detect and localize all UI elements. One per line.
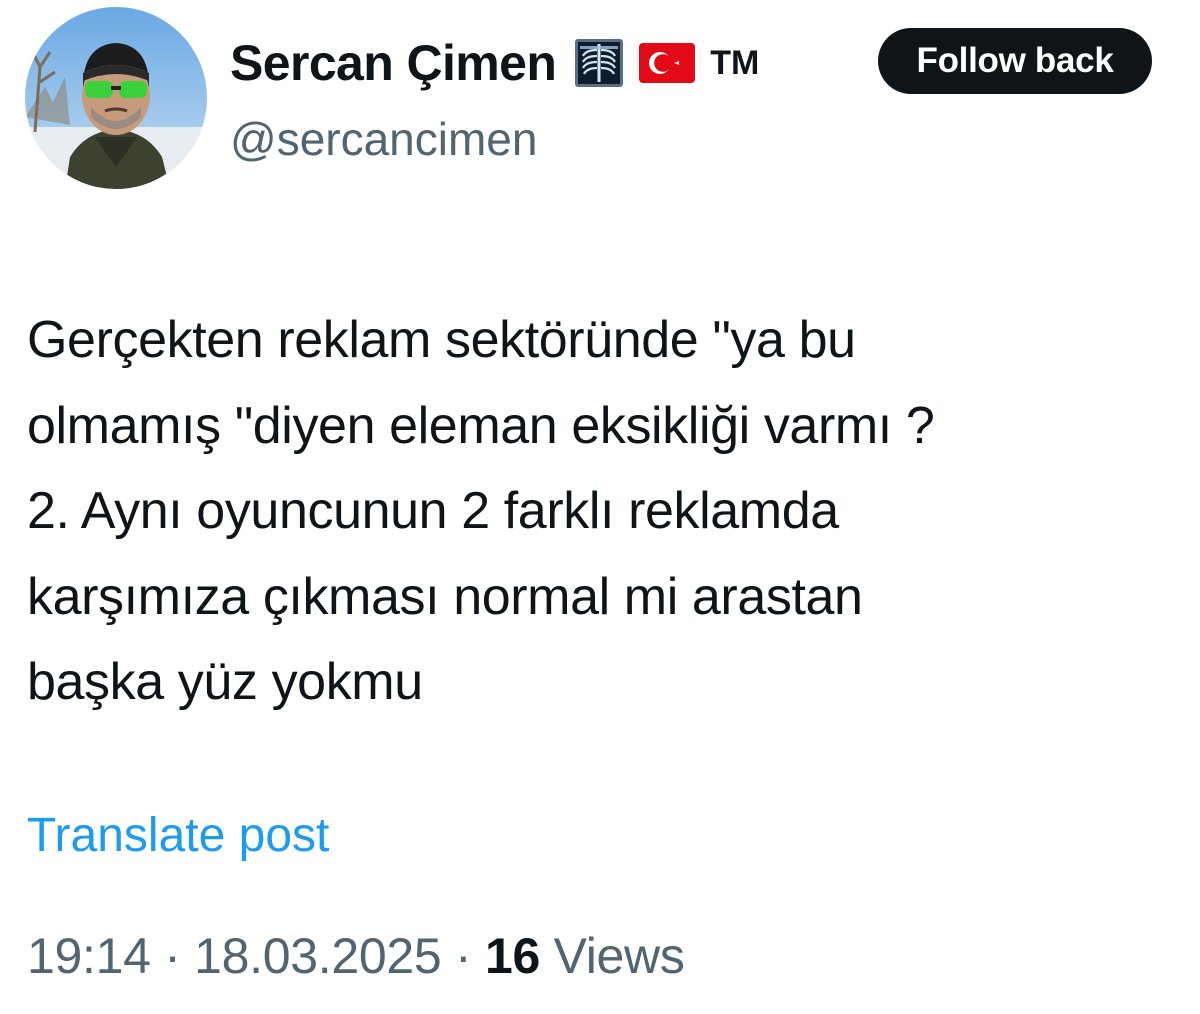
post-text-line: olmamış "diyen eleman eksikliği varmı ? bbox=[27, 396, 935, 455]
author-handle[interactable]: @sercancimen bbox=[230, 112, 537, 166]
post-date[interactable]: 18.03.2025 bbox=[194, 928, 442, 984]
post-body: Gerçekten reklam sektöründe "ya bu olmam… bbox=[27, 298, 1177, 726]
post-text-line: 2. Aynı oyuncunun 2 farklı reklamda bbox=[27, 482, 839, 540]
post-text-line: başka yüz yokmu bbox=[27, 653, 423, 711]
meta-separator: · bbox=[455, 928, 472, 984]
views-label: Views bbox=[553, 928, 685, 984]
translate-post-link[interactable]: Translate post bbox=[27, 808, 329, 863]
profile-photo bbox=[25, 7, 207, 189]
views-count: 16 bbox=[484, 928, 540, 984]
post-text-line: Gerçekten reklam sektöründe "ya bu bbox=[27, 311, 856, 369]
x-ray-emoji-icon bbox=[574, 38, 624, 88]
post-time[interactable]: 19:14 bbox=[27, 928, 151, 984]
author-display-name[interactable]: Sercan Çimen bbox=[230, 34, 557, 92]
author-name-row: Sercan Çimen TM bbox=[230, 28, 759, 98]
meta-separator: · bbox=[164, 928, 181, 984]
follow-back-button[interactable]: Follow back bbox=[878, 28, 1152, 94]
post-meta: 19:14 · 18.03.2025 · 16 Views bbox=[27, 927, 685, 985]
trademark-label: TM bbox=[710, 43, 760, 82]
post-text-line: karşımıza çıkması normal mi arastan bbox=[27, 567, 863, 626]
turkey-flag-icon bbox=[638, 42, 696, 84]
avatar[interactable] bbox=[25, 7, 207, 189]
